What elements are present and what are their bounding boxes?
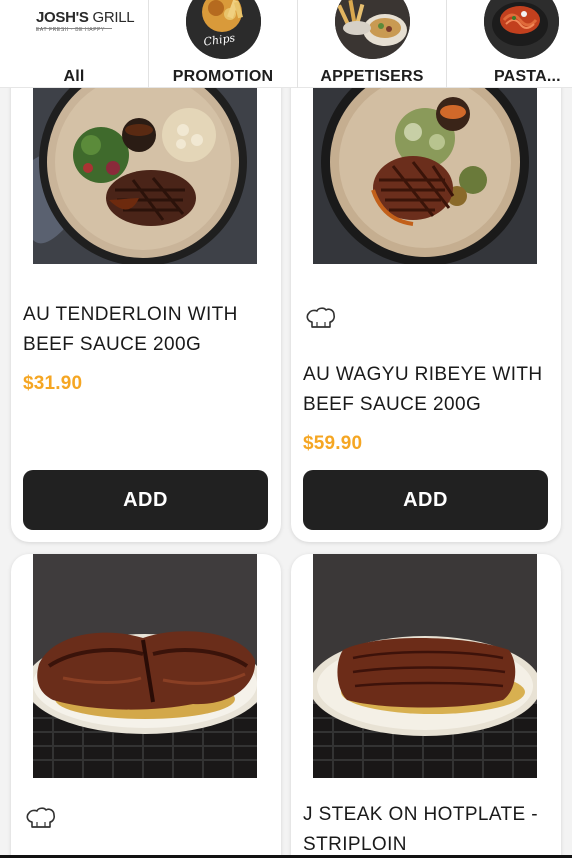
product-image [33,554,257,778]
product-image [313,554,537,778]
product-card[interactable]: J STEAK ON HOTPLATE - STRIPLOIN [291,554,561,858]
category-label: All [63,68,85,85]
category-appetisers[interactable]: APPETISERS [298,0,447,88]
category-promotion[interactable]: Fish Chips PROMOTION [149,0,298,88]
category-all[interactable]: JOSH'S GRILL EAT FRESH · BE HAPPY All [0,0,149,88]
category-thumbnail: Fish Chips [186,0,261,59]
category-pasta[interactable]: PASTA... [447,0,572,88]
product-name: AU TENDERLOIN WITH BEEF SAUCE 200G [23,304,238,355]
product-price: $59.90 [303,433,363,454]
product-card[interactable]: AU WAGYU RIBEYE WITH BEEF SAUCE 200G $59… [291,40,561,542]
category-label: PROMOTION [172,68,274,85]
category-label: PASTA... [494,68,561,85]
add-button[interactable]: ADD [303,470,548,530]
menu-page: JOSH'S GRILL EAT FRESH · BE HAPPY All Fi… [0,0,572,858]
product-name: J STEAK ON HOTPLATE - STRIPLOIN [303,804,539,855]
add-button[interactable]: ADD [23,470,268,530]
chef-hat-icon [24,805,58,833]
brand-logo: JOSH'S GRILL EAT FRESH · BE HAPPY [36,9,135,33]
product-card[interactable] [11,554,281,858]
category-thumbnail [484,0,559,59]
category-thumbnail [335,0,410,59]
product-card[interactable]: AU TENDERLOIN WITH BEEF SAUCE 200G $31.9… [11,40,281,542]
product-price: $31.90 [23,373,83,394]
category-label: APPETISERS [320,68,424,85]
product-name: AU WAGYU RIBEYE WITH BEEF SAUCE 200G [303,364,543,415]
svg-text:Fish: Fish [207,0,232,1]
category-bar: JOSH'S GRILL EAT FRESH · BE HAPPY All Fi… [0,0,572,88]
chef-hat-icon [304,305,338,333]
